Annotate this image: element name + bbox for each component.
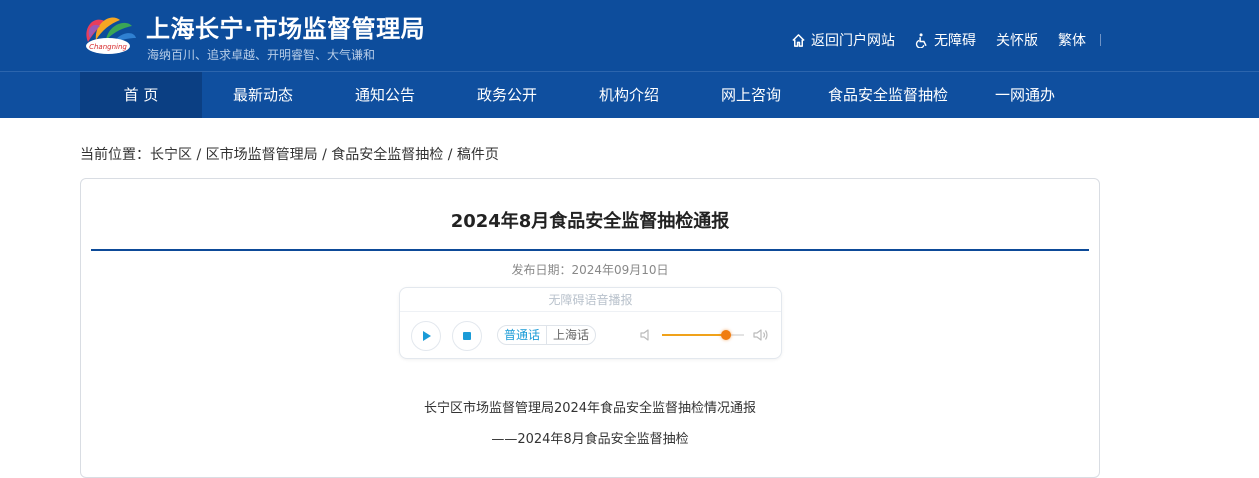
breadcrumb-separator: / [317,147,332,163]
title-divider [91,249,1089,251]
header-top-bar: Changning 上海长宁·市场监督管理局 海纳百川、追求卓越、开明睿智、大气… [0,0,1259,71]
nav-item-home[interactable]: 首 页 [80,72,202,118]
volume-slider-fill [662,334,726,336]
site-header: Changning 上海长宁·市场监督管理局 海纳百川、追求卓越、开明睿智、大气… [0,0,1259,118]
nav-item-one-stop-service[interactable]: 一网通办 [964,72,1086,118]
nav-item-food-safety-inspection[interactable]: 食品安全监督抽检 [812,72,964,118]
traditional-chinese-label: 繁体 [1058,33,1086,49]
nav-item-notices[interactable]: 通知公告 [324,72,446,118]
care-version-label: 关怀版 [996,33,1038,49]
breadcrumb-separator: / [192,147,206,163]
wheelchair-icon [915,32,927,48]
breadcrumb-item-food-safety[interactable]: 食品安全监督抽检 [331,147,443,163]
audio-player: 无障碍语音播报 普通话 上海话 [399,287,782,359]
audio-player-header: 无障碍语音播报 [400,288,781,312]
top-links-divider [1100,34,1101,46]
main-nav: 首 页 最新动态 通知公告 政务公开 机构介绍 网上咨询 食品安全监督抽检 一网… [0,71,1259,118]
care-version-link[interactable]: 关怀版 [996,30,1038,50]
stop-button[interactable] [452,321,482,351]
home-icon [792,33,805,47]
return-portal-label: 返回门户网站 [811,33,895,49]
breadcrumb-item-bureau[interactable]: 区市场监督管理局 [206,147,318,163]
language-selector: 普通话 上海话 [497,325,597,345]
breadcrumb: 当前位置：长宁区 / 区市场监督管理局 / 食品安全监督抽检 / 稿件页 [80,144,499,164]
top-links: 返回门户网站 无障碍 关怀版 繁体 [791,30,1101,50]
breadcrumb-item-current: 稿件页 [456,147,499,163]
volume-slider-handle[interactable] [720,330,731,340]
svg-text:Changning: Changning [89,43,127,51]
article-panel: 2024年8月食品安全监督抽检通报 发布日期：2024年09月10日 无障碍语音… [80,178,1100,478]
play-button[interactable] [411,321,441,351]
nav-item-government-affairs[interactable]: 政务公开 [446,72,568,118]
site-slogan: 海纳百川、追求卓越、开明睿智、大气谦和 [147,48,376,62]
volume-slider[interactable] [662,330,744,340]
nav-item-online-consultation[interactable]: 网上咨询 [690,72,812,118]
volume-high-icon [753,329,768,341]
article-body-line: 长宁区市场监督管理局2024年食品安全监督抽检情况通报 [423,401,757,416]
volume-low-icon [640,329,649,341]
nav-item-organization[interactable]: 机构介绍 [568,72,690,118]
publish-date: 发布日期：2024年09月10日 [511,263,669,277]
stop-icon [463,332,471,340]
traditional-chinese-link[interactable]: 繁体 [1058,30,1086,50]
accessibility-label: 无障碍 [934,33,976,49]
play-icon [423,331,431,341]
site-logo[interactable]: Changning [80,10,138,60]
breadcrumb-prefix: 当前位置： [80,147,150,163]
breadcrumb-separator: / [443,147,457,163]
accessibility-link[interactable]: 无障碍 [915,30,976,50]
nav-item-latest-news[interactable]: 最新动态 [202,72,324,118]
article-title: 2024年8月食品安全监督抽检通报 [450,211,730,232]
language-mandarin[interactable]: 普通话 [498,326,546,344]
site-title: 上海长宁·市场监督管理局 [146,15,426,43]
return-portal-link[interactable]: 返回门户网站 [791,30,895,50]
article-body-line: ——2024年8月食品安全监督抽检 [491,432,689,447]
language-shanghainese[interactable]: 上海话 [546,326,595,344]
breadcrumb-item-district[interactable]: 长宁区 [150,147,192,163]
